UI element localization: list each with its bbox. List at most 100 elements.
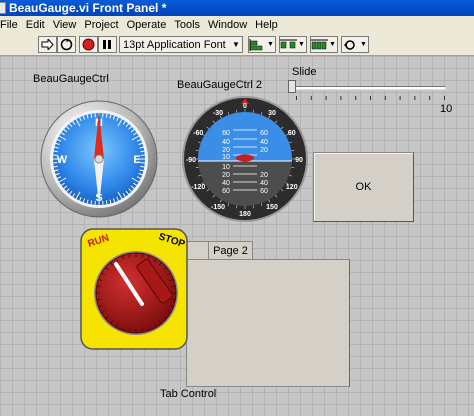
window-title-bar: BeauGauge.vi Front Panel * (0, 0, 474, 16)
aircraft-symbol (236, 154, 254, 162)
reorder-dropdown[interactable]: ▼ (341, 36, 369, 53)
bezel-label: 60 (288, 130, 296, 137)
abort-stop-icon (82, 38, 95, 51)
run-arrow-icon (41, 39, 54, 50)
compass-label: BeauGaugeCtrl (33, 73, 109, 85)
pitch-label-down-40-right: 40 (260, 180, 268, 187)
knob-ridge (128, 328, 131, 333)
compass-tick (140, 165, 145, 168)
distribute-objects-icon (280, 39, 297, 48)
menu-tools[interactable]: Tools (170, 19, 204, 31)
pitch-label-down-20: 20 (222, 172, 230, 179)
pitch-label-down-60-right: 60 (260, 188, 268, 195)
compass-west-label: W (57, 154, 68, 166)
menu-window[interactable]: Window (204, 19, 251, 31)
bezel-label: 180 (239, 211, 251, 218)
bezel-label: -30 (213, 110, 223, 117)
font-dropdown-value: 13pt Application Font (123, 38, 226, 51)
knob-ridge (171, 298, 176, 301)
menu-view[interactable]: View (49, 19, 81, 31)
pitch-label-down-10: 10 (222, 164, 230, 171)
bezel-label: 0 (243, 103, 247, 110)
run-stop-knob[interactable]: RUN STOP (80, 228, 188, 350)
window-title: BeauGauge.vi Front Panel * (9, 1, 167, 15)
slide-max-label: 10 (440, 103, 453, 115)
knob-ridge (141, 253, 144, 258)
chevron-down-icon: ▼ (267, 41, 274, 48)
reorder-icon (344, 39, 355, 50)
pitch-label-down-20-right: 20 (260, 172, 268, 179)
distribute-objects-dropdown[interactable]: ▼ (279, 36, 307, 53)
bezel-label: -120 (191, 184, 205, 191)
align-objects-icon (249, 38, 263, 51)
compass-east-label: E (133, 154, 140, 166)
compass-gauge[interactable]: N E S W (40, 100, 158, 218)
knob-ridge (96, 285, 101, 288)
pitch-label-up-20: 20 (222, 147, 230, 154)
knob-ridge (128, 253, 131, 258)
menu-help[interactable]: Help (251, 19, 282, 31)
pitch-label-up-60: 60 (222, 130, 230, 137)
slide-scale (296, 92, 446, 100)
pitch-label-down-40: 40 (222, 180, 230, 187)
tab-page-2[interactable]: Page 2 (208, 241, 253, 260)
tab-strip (186, 241, 208, 260)
compass-tick (53, 165, 58, 168)
bezel-label: 30 (268, 110, 276, 117)
compass-tick (90, 113, 93, 118)
pause-icon (103, 40, 111, 49)
horizon-gauge[interactable]: 60 40 20 10 10 20 40 60 60 40 20 20 40 6… (181, 95, 309, 223)
pitch-label-up-60-right: 60 (260, 130, 268, 137)
slide-track[interactable] (290, 86, 446, 90)
pitch-label-down-60: 60 (222, 188, 230, 195)
pitch-label-up-40: 40 (222, 139, 230, 146)
ok-button[interactable]: OK (313, 152, 414, 222)
tab-control[interactable]: Page 2 (186, 241, 350, 387)
slide-label: Slide (292, 66, 317, 78)
slide-tick-marks (296, 96, 445, 100)
compass-tick (53, 150, 58, 153)
knob-ridge (171, 285, 176, 288)
menu-project[interactable]: Project (80, 19, 122, 31)
menu-operate[interactable]: Operate (123, 19, 171, 31)
bezel-label: 120 (286, 184, 298, 191)
pitch-label-up-40-right: 40 (260, 139, 268, 146)
menu-bar: File Edit View Project Operate Tools Win… (0, 16, 474, 33)
tab-page-content (186, 259, 350, 387)
tab-page-2-label: Page 2 (213, 245, 248, 257)
compass-tick (90, 200, 93, 205)
tab-control-label: Tab Control (160, 388, 217, 400)
pause-button[interactable] (98, 36, 117, 53)
menu-file[interactable]: File (0, 19, 22, 31)
toolbar: 13pt Application Font ▼ ▼ ▼ ▼ ▼ (0, 33, 474, 56)
chevron-down-icon: ▼ (298, 41, 305, 48)
bezel-label: -60 (193, 130, 203, 137)
chevron-down-icon: ▼ (329, 41, 336, 48)
abort-button[interactable] (79, 36, 98, 53)
knob-ridge (96, 298, 101, 301)
chevron-down-icon: ▼ (360, 41, 367, 48)
pitch-label-up-10: 10 (222, 154, 230, 161)
slide-thumb[interactable] (288, 80, 296, 93)
run-continuously-icon (60, 38, 73, 51)
horizon-label: BeauGaugeCtrl 2 (177, 79, 262, 91)
knob-ridge (141, 328, 144, 333)
bezel-label: -150 (211, 204, 225, 211)
compass-tick (105, 113, 108, 118)
run-button[interactable] (38, 36, 57, 53)
run-continuously-button[interactable] (57, 36, 76, 53)
menu-edit[interactable]: Edit (22, 19, 49, 31)
chevron-down-icon: ▼ (232, 40, 240, 49)
bezel-label: 90 (295, 157, 303, 164)
bezel-label: -90 (186, 157, 196, 164)
bezel-label: 150 (266, 204, 278, 211)
align-objects-dropdown[interactable]: ▼ (248, 36, 276, 53)
resize-objects-dropdown[interactable]: ▼ (310, 36, 338, 53)
ok-button-label: OK (355, 181, 372, 193)
compass-tick (140, 150, 145, 153)
compass-tick (105, 200, 108, 205)
vi-window-icon (0, 2, 6, 14)
font-dropdown[interactable]: 13pt Application Font ▼ (119, 36, 243, 53)
resize-objects-icon (311, 39, 328, 49)
compass-hub (94, 154, 104, 164)
